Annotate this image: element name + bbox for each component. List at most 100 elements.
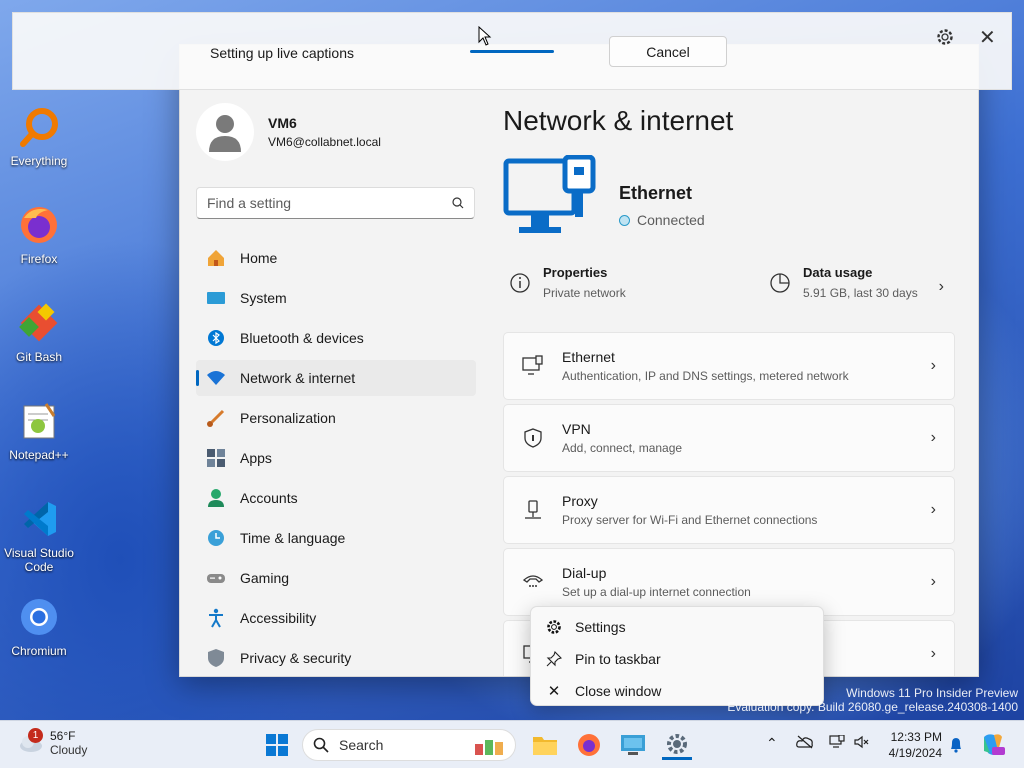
user-email: VM6@collabnet.local — [268, 135, 381, 149]
close-icon[interactable]: ✕ — [979, 25, 996, 50]
brush-icon — [206, 408, 226, 428]
desktop-icon-chromium[interactable]: Chromium — [4, 594, 74, 658]
data-usage-title: Data usage — [803, 265, 873, 280]
card-ethernet[interactable]: Ethernet Authentication, IP and DNS sett… — [503, 332, 955, 400]
apps-icon — [206, 448, 226, 468]
proxy-icon — [522, 499, 544, 521]
nav-label: Personalization — [240, 410, 336, 426]
desktop-icon-gitbash[interactable]: Git Bash — [4, 300, 74, 364]
nav-item-apps[interactable]: Apps — [196, 440, 476, 476]
mouse-cursor-icon — [478, 26, 492, 46]
desktop-icon-label: Git Bash — [15, 350, 63, 364]
settings-taskbar-button[interactable] — [662, 730, 692, 760]
live-captions-bar: Setting up live captions Cancel ✕ — [12, 12, 1012, 90]
nav-label: Network & internet — [240, 370, 356, 386]
nav-item-home[interactable]: Home — [196, 240, 476, 276]
desktop-icon-label: Everything — [10, 154, 68, 168]
connection-name: Ethernet — [619, 183, 693, 203]
search-highlight-icon — [475, 740, 503, 755]
start-button[interactable] — [262, 730, 292, 760]
firefox-taskbar-button[interactable] — [574, 730, 604, 760]
nav-item-accounts[interactable]: Accounts — [196, 480, 476, 516]
dialup-icon — [522, 571, 544, 593]
settings-nav: Home System Bluetooth & devices Network … — [196, 240, 476, 676]
properties-button[interactable]: Properties Private network — [509, 265, 626, 300]
chevron-right-icon: › — [930, 645, 936, 662]
accounts-icon — [206, 488, 226, 508]
chevron-up-icon[interactable]: ⌃ — [766, 735, 778, 752]
desktop-icon-everything[interactable]: Everything — [4, 104, 74, 168]
notepad-plus-plus-icon — [16, 398, 62, 444]
file-explorer-button[interactable] — [530, 730, 560, 760]
git-bash-icon — [16, 300, 62, 346]
gear-icon — [667, 733, 687, 754]
clock-date: 4/19/2024 — [888, 746, 942, 760]
taskbar-search[interactable]: Search — [302, 729, 516, 761]
menu-item-label: Close window — [575, 683, 662, 699]
connection-status-text: Connected — [637, 212, 705, 228]
captions-status: Setting up live captions — [210, 45, 354, 61]
weather-badge: 1 — [28, 728, 43, 743]
data-usage-sub: 5.91 GB, last 30 days — [803, 286, 918, 300]
chevron-right-icon: › — [930, 357, 936, 374]
connection-status: Connected — [619, 212, 705, 228]
card-title: VPN — [562, 421, 591, 437]
connection-hero: Ethernet Connected — [503, 155, 705, 249]
page-title: Network & internet — [503, 105, 734, 136]
watermark-line-1: Windows 11 Pro Insider Preview — [846, 686, 1018, 700]
nav-item-privacy[interactable]: Privacy & security — [196, 640, 476, 676]
terminal-taskbar-button[interactable] — [618, 730, 648, 760]
shield-icon — [206, 648, 226, 668]
nav-item-time-language[interactable]: Time & language — [196, 520, 476, 556]
chromium-icon — [16, 594, 62, 640]
user-profile[interactable]: VM6 VM6@collabnet.local — [196, 103, 381, 161]
nav-label: Bluetooth & devices — [240, 330, 364, 346]
nav-item-system[interactable]: System — [196, 280, 476, 316]
monitor-app-icon — [621, 735, 645, 755]
nav-item-gaming[interactable]: Gaming — [196, 560, 476, 596]
settings-search-input[interactable]: Find a setting — [196, 187, 475, 219]
menu-item-label: Pin to taskbar — [575, 651, 661, 667]
desktop-icon-notepadpp[interactable]: Notepad++ — [4, 398, 74, 462]
chevron-right-icon: › — [938, 278, 944, 295]
menu-item-settings[interactable]: Settings — [531, 611, 823, 643]
captions-cancel-button[interactable]: Cancel — [609, 36, 727, 67]
card-sub: Add, connect, manage — [562, 441, 683, 455]
close-icon: ✕ — [547, 683, 561, 700]
card-proxy[interactable]: Proxy Proxy server for Wi-Fi and Etherne… — [503, 476, 955, 544]
nav-item-personalization[interactable]: Personalization — [196, 400, 476, 436]
desktop-icon-firefox[interactable]: Firefox — [4, 202, 74, 266]
ethernet-monitor-icon — [503, 155, 596, 233]
nav-item-accessibility[interactable]: Accessibility — [196, 600, 476, 636]
system-icon — [206, 288, 226, 308]
nav-item-network[interactable]: Network & internet — [196, 360, 476, 396]
gear-icon[interactable] — [935, 27, 955, 47]
copilot-icon — [984, 734, 1005, 755]
data-usage-button[interactable]: Data usage 5.91 GB, last 30 days — [769, 265, 918, 300]
menu-item-pin[interactable]: Pin to taskbar — [531, 643, 823, 675]
volume-muted-icon[interactable] — [854, 735, 870, 749]
clock[interactable]: 12:33 PM 4/19/2024 — [882, 729, 942, 761]
accessibility-icon — [206, 608, 226, 628]
copilot-button[interactable] — [978, 730, 1008, 760]
nav-item-bluetooth[interactable]: Bluetooth & devices — [196, 320, 476, 356]
card-sub: Authentication, IP and DNS settings, met… — [562, 369, 849, 383]
ethernet-icon — [522, 355, 544, 377]
desktop-icon-vscode[interactable]: Visual Studio Code — [4, 496, 74, 574]
bell-icon[interactable] — [949, 737, 963, 753]
everything-icon — [16, 104, 62, 150]
clock-time: 12:33 PM — [890, 730, 942, 744]
desktop-icon-label: Notepad++ — [9, 448, 69, 462]
chevron-right-icon: › — [930, 429, 936, 446]
avatar — [196, 103, 254, 161]
onedrive-offline-icon[interactable] — [796, 735, 814, 749]
nav-label: Apps — [240, 450, 272, 466]
network-icon[interactable] — [829, 735, 845, 749]
weather-widget[interactable]: 1 56°F Cloudy — [16, 728, 87, 757]
firefox-icon — [578, 734, 600, 756]
nav-label: Gaming — [240, 570, 290, 586]
watermark-line-2: Evaluation copy. Build 26080.ge_release.… — [727, 700, 1018, 714]
chevron-right-icon: › — [930, 501, 936, 518]
wifi-icon — [206, 368, 226, 388]
card-vpn[interactable]: VPN Add, connect, manage › — [503, 404, 955, 472]
